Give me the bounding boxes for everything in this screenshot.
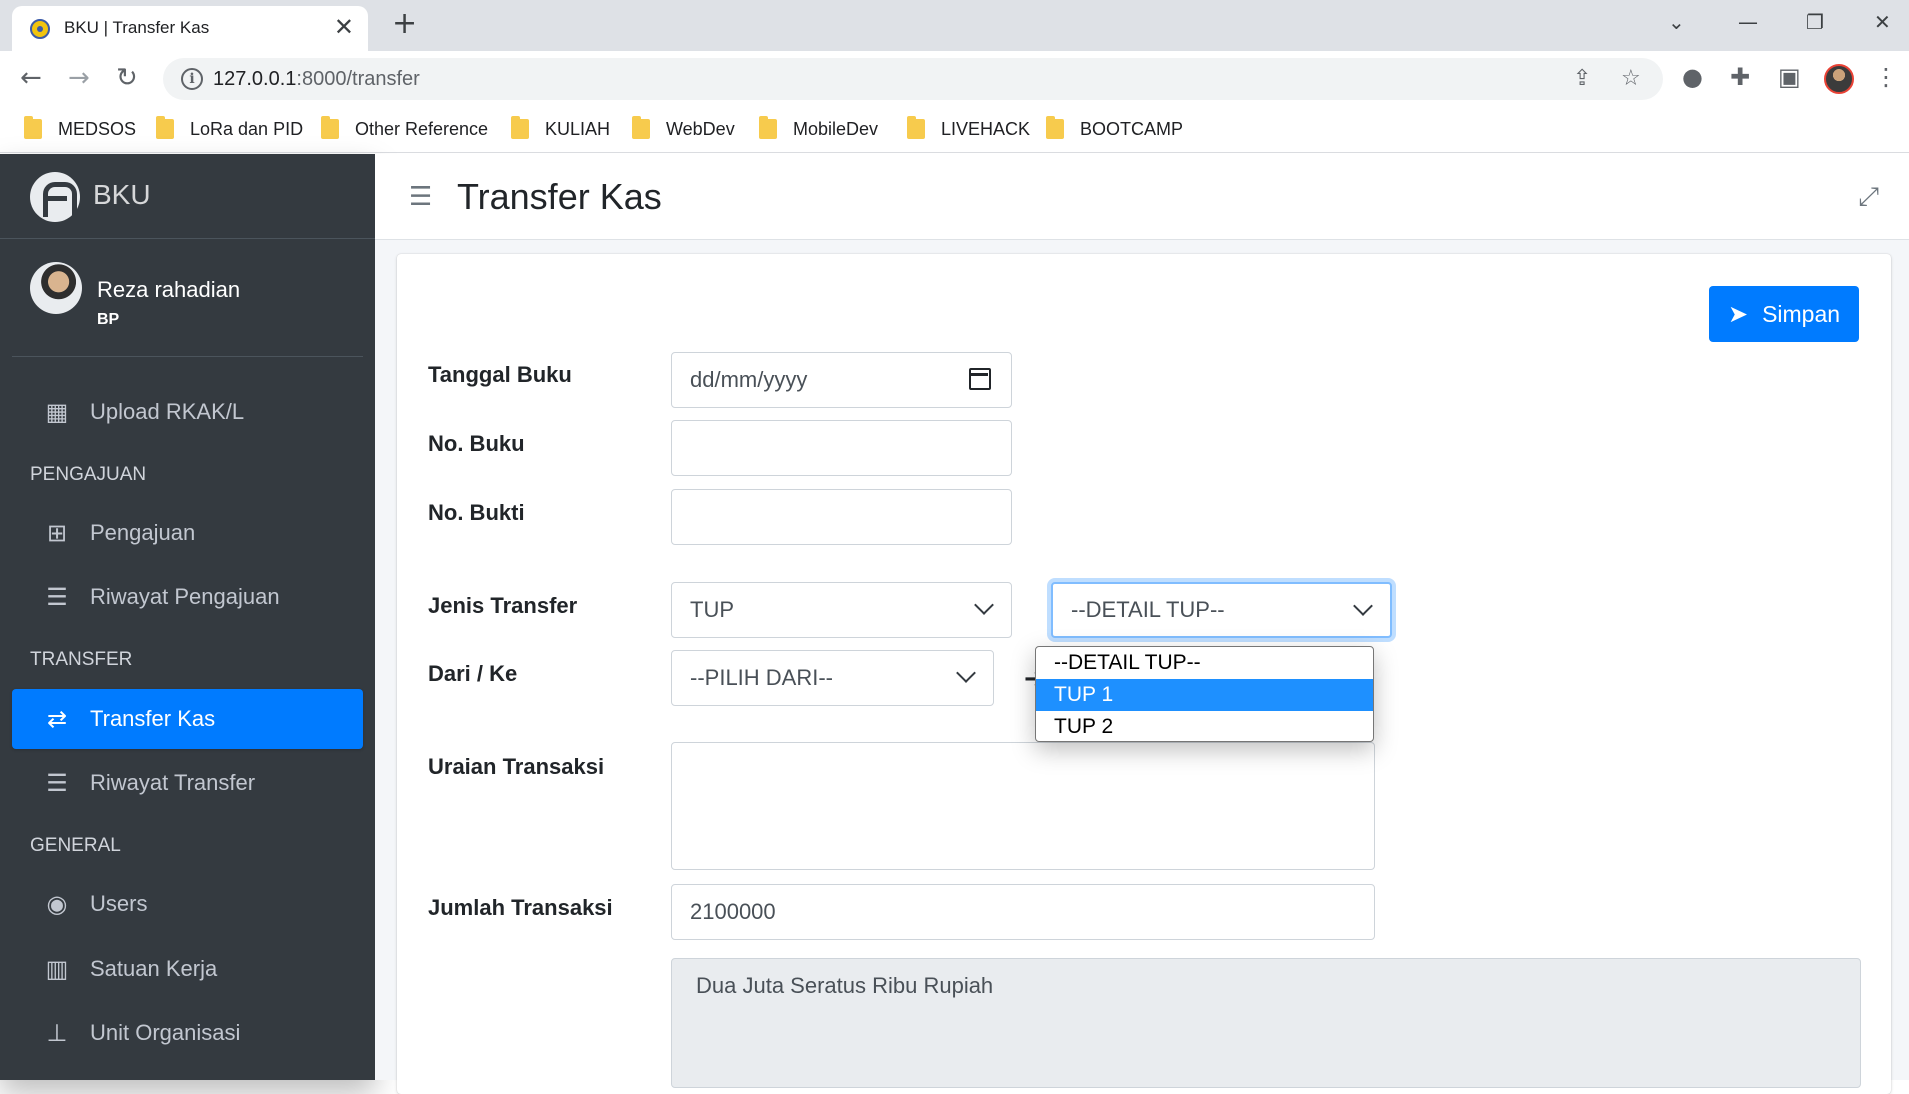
side-panel-icon[interactable]: ▣ bbox=[1778, 63, 1801, 91]
dropdown-option-highlighted[interactable]: TUP 1 bbox=[1036, 679, 1373, 711]
bookmark-folder[interactable]: BOOTCAMP bbox=[1046, 116, 1183, 142]
tanggal-buku-label: Tanggal Buku bbox=[428, 362, 572, 387]
hamburger-menu-icon[interactable]: ☰ bbox=[409, 182, 432, 212]
folder-icon bbox=[24, 116, 42, 139]
no-bukti-label: No. Bukti bbox=[428, 500, 525, 525]
user-role: BP bbox=[97, 311, 120, 328]
sidebar-item-satuan-kerja[interactable]: ▥ Satuan Kerja bbox=[12, 939, 363, 999]
folder-icon bbox=[511, 116, 529, 139]
tanggal-buku-date-input[interactable]: dd/mm/yyyy bbox=[671, 352, 1012, 408]
bookmark-folder[interactable]: LIVEHACK bbox=[907, 116, 1030, 142]
url-text: 127.0.0.1:8000/transfer bbox=[213, 68, 420, 90]
uraian-transaksi-label: Uraian Transaksi bbox=[428, 754, 605, 779]
folder-icon bbox=[1046, 116, 1064, 139]
user-circle-icon: ◉ bbox=[46, 890, 68, 918]
sitemap-icon: ⊥ bbox=[46, 1019, 68, 1047]
minimize-icon[interactable]: — bbox=[1738, 10, 1758, 34]
main-header: ☰ Transfer Kas ⤢ bbox=[375, 154, 1909, 240]
save-button[interactable]: ➤ Simpan bbox=[1709, 286, 1859, 342]
dashboard-icon: ▦ bbox=[45, 398, 69, 426]
folder-icon bbox=[759, 116, 777, 139]
list-icon: ☰ bbox=[46, 583, 68, 611]
folder-icon bbox=[156, 116, 174, 139]
extension-tomato-icon[interactable]: ● bbox=[1682, 63, 1703, 91]
bookmark-folder[interactable]: MobileDev bbox=[759, 116, 878, 142]
sidebar-item-pengajuan[interactable]: ⊞ Pengajuan bbox=[12, 503, 363, 563]
sidebar-item-riwayat-pengajuan[interactable]: ☰ Riwayat Pengajuan bbox=[12, 567, 363, 627]
reload-icon[interactable]: ↻ bbox=[116, 63, 138, 93]
folder-icon bbox=[907, 116, 925, 139]
chevron-down-icon bbox=[1353, 596, 1373, 616]
jenis-transfer-select[interactable]: TUP bbox=[671, 582, 1012, 638]
close-tab-icon[interactable]: ✕ bbox=[334, 15, 354, 39]
bookmark-folder[interactable]: Other Reference bbox=[321, 116, 488, 142]
avatar bbox=[30, 262, 82, 314]
paper-plane-icon: ➤ bbox=[1727, 300, 1749, 328]
back-icon[interactable]: ← bbox=[20, 63, 42, 93]
bookmark-folder[interactable]: KULIAH bbox=[511, 116, 610, 142]
brand-text: BKU bbox=[93, 179, 151, 210]
menu-kebab-icon[interactable]: ⋮ bbox=[1874, 63, 1898, 91]
bookmark-folder[interactable]: WebDev bbox=[632, 116, 735, 142]
dropdown-option[interactable]: --DETAIL TUP-- bbox=[1036, 647, 1373, 679]
tab-search-icon[interactable]: ⌄ bbox=[1668, 10, 1685, 34]
no-buku-label: No. Buku bbox=[428, 431, 525, 456]
new-tab-icon[interactable]: + bbox=[392, 9, 417, 39]
sidebar-item-transfer-kas[interactable]: ⇄ Transfer Kas bbox=[12, 689, 363, 749]
list-icon: ☰ bbox=[46, 769, 68, 797]
nav-header-pengajuan: PENGAJUAN bbox=[30, 464, 147, 485]
page-title: Transfer Kas bbox=[457, 176, 662, 217]
restore-icon[interactable]: ❐ bbox=[1806, 10, 1824, 34]
browser-tabstrip: BKU | Transfer Kas ✕ + ⌄ — ❐ ✕ bbox=[0, 0, 1909, 51]
no-buku-input[interactable] bbox=[671, 420, 1012, 476]
user-name[interactable]: Reza rahadian bbox=[97, 277, 240, 303]
window-close-icon[interactable]: ✕ bbox=[1874, 10, 1891, 34]
site-info-icon[interactable]: i bbox=[181, 68, 203, 90]
sidebar-item-users[interactable]: ◉ Users bbox=[12, 874, 363, 934]
fullscreen-expand-icon[interactable]: ⤢ bbox=[1858, 182, 1879, 213]
chevron-down-icon bbox=[974, 595, 994, 615]
exchange-icon: ⇄ bbox=[46, 705, 68, 733]
folder-icon bbox=[321, 116, 339, 139]
terbilang-readonly-field: Dua Juta Seratus Ribu Rupiah bbox=[671, 958, 1861, 1088]
browser-tab[interactable]: BKU | Transfer Kas ✕ bbox=[12, 6, 368, 51]
sidebar-item-riwayat-transfer[interactable]: ☰ Riwayat Transfer bbox=[12, 753, 363, 813]
jumlah-transaksi-input[interactable]: 2100000 bbox=[671, 884, 1375, 940]
extensions-puzzle-icon[interactable]: ✚ bbox=[1730, 63, 1750, 91]
jumlah-transaksi-label: Jumlah Transaksi bbox=[428, 895, 613, 920]
sidebar: BKU Reza rahadian BP ▦ Upload RKAK/L PEN… bbox=[0, 154, 375, 1080]
dropdown-option[interactable]: TUP 2 bbox=[1036, 711, 1373, 741]
forward-icon[interactable]: → bbox=[68, 63, 90, 93]
sidebar-item-unit-organisasi[interactable]: ⊥ Unit Organisasi bbox=[12, 1003, 363, 1063]
detail-tup-select[interactable]: --DETAIL TUP-- bbox=[1051, 582, 1392, 638]
dari-select[interactable]: --PILIH DARI-- bbox=[671, 650, 994, 706]
dari-ke-label: Dari / Ke bbox=[428, 661, 518, 686]
share-icon[interactable]: ⇪ bbox=[1573, 66, 1591, 91]
uraian-transaksi-textarea[interactable] bbox=[671, 742, 1375, 870]
no-bukti-input[interactable] bbox=[671, 489, 1012, 545]
jenis-transfer-label: Jenis Transfer bbox=[428, 593, 578, 618]
bookmarks-bar: MEDSOS LoRa dan PID Other Reference KULI… bbox=[0, 107, 1909, 153]
sidebar-item-upload-rkakl[interactable]: ▦ Upload RKAK/L bbox=[12, 382, 363, 442]
brand-logo-icon bbox=[30, 172, 80, 222]
url-input[interactable]: i 127.0.0.1:8000/transfer ⇪ ☆ bbox=[163, 58, 1663, 100]
detail-tup-dropdown-list: --DETAIL TUP-- TUP 1 TUP 2 bbox=[1035, 646, 1374, 742]
profile-avatar[interactable] bbox=[1824, 64, 1854, 94]
calendar-icon[interactable] bbox=[969, 368, 991, 390]
nav-header-transfer: TRANSFER bbox=[30, 649, 133, 670]
building-icon: ▥ bbox=[45, 955, 69, 983]
folder-icon bbox=[632, 116, 650, 139]
bookmark-star-icon[interactable]: ☆ bbox=[1621, 66, 1641, 91]
brand-link[interactable]: BKU bbox=[0, 154, 375, 239]
plus-square-icon: ⊞ bbox=[46, 519, 68, 547]
nav-header-general: GENERAL bbox=[30, 835, 121, 856]
favicon-icon bbox=[30, 19, 50, 39]
bookmark-folder[interactable]: LoRa dan PID bbox=[156, 116, 303, 142]
user-panel: Reza rahadian BP bbox=[12, 239, 363, 357]
bookmark-folder[interactable]: MEDSOS bbox=[24, 116, 136, 142]
tab-title: BKU | Transfer Kas bbox=[64, 18, 210, 37]
chevron-down-icon bbox=[956, 663, 976, 683]
address-bar-row: ← → ↻ i 127.0.0.1:8000/transfer ⇪ ☆ ● ✚ … bbox=[0, 51, 1909, 107]
